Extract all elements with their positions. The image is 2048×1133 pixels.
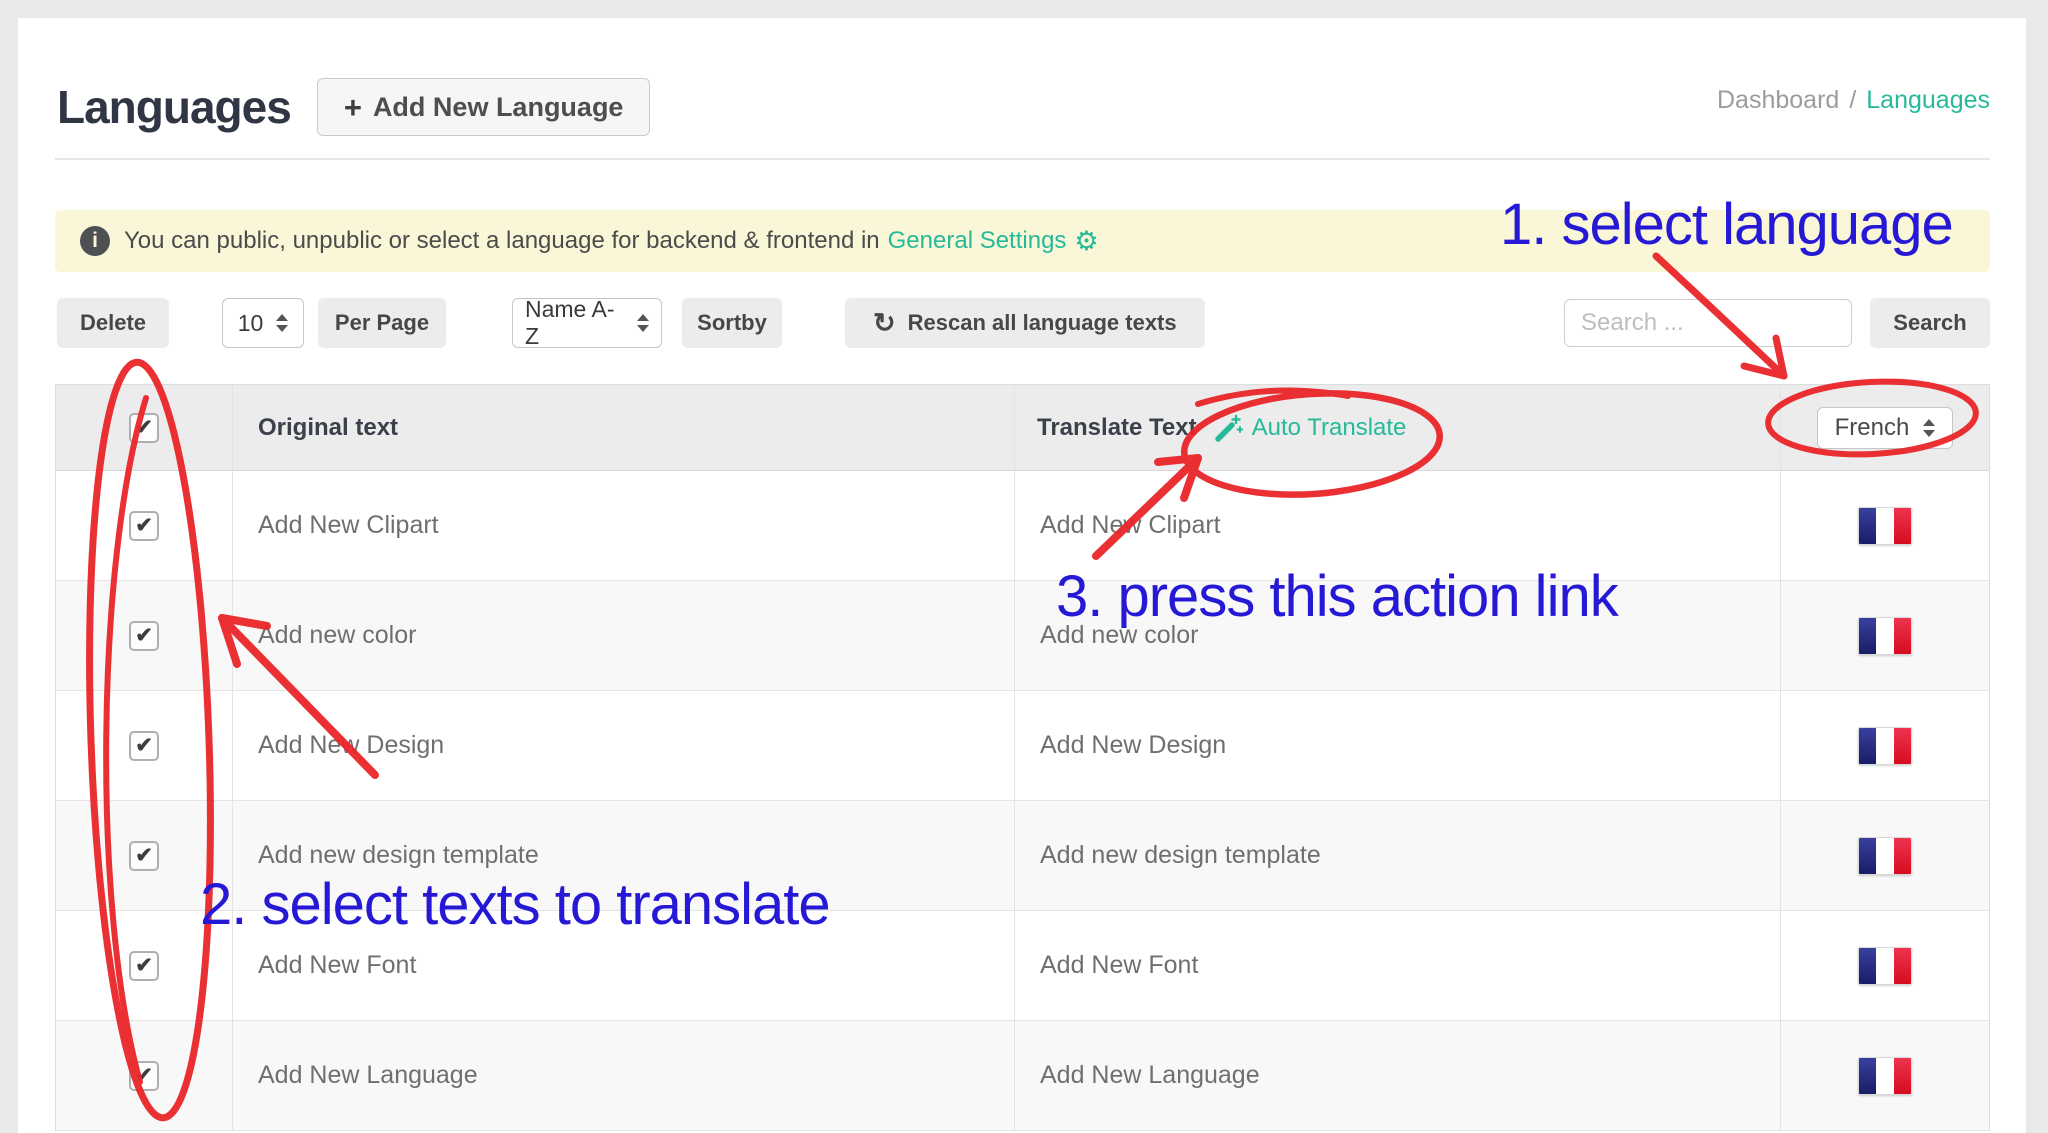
sortby-button[interactable]: Sortby xyxy=(682,298,782,348)
toolbar: Delete 10 Per Page Name A-Z Sortby ↻ Res… xyxy=(55,298,1990,348)
france-flag-icon xyxy=(1858,727,1912,765)
sort-select[interactable]: Name A-Z xyxy=(512,298,662,348)
france-flag-icon xyxy=(1858,507,1912,545)
language-select-cell: French xyxy=(1781,385,1989,470)
info-circle-icon: i xyxy=(80,226,110,256)
table-row: ✔ Add New Language Add New Language xyxy=(56,1021,1989,1131)
add-new-language-button[interactable]: + Add New Language xyxy=(317,78,651,136)
original-text-cell: Add New Font xyxy=(233,911,1015,1020)
table-row: ✔ Add new color Add new color xyxy=(56,581,1989,691)
select-all-checkbox[interactable]: ✔ xyxy=(129,413,159,443)
auto-translate-label: Auto Translate xyxy=(1252,414,1407,442)
general-settings-link[interactable]: General Settings xyxy=(888,227,1067,255)
translated-text-cell[interactable]: Add new design template xyxy=(1015,801,1781,910)
original-text-cell: Add new color xyxy=(233,581,1015,690)
select-caret-icon xyxy=(1923,419,1935,437)
language-select-value: French xyxy=(1835,414,1910,442)
plus-icon: + xyxy=(344,92,362,123)
france-flag-icon xyxy=(1858,947,1912,985)
row-checkbox[interactable]: ✔ xyxy=(129,621,159,651)
content-card: Languages + Add New Language Dashboard /… xyxy=(18,18,2026,1133)
table-row: ✔ Add New Clipart Add New Clipart xyxy=(56,471,1989,581)
translated-text-cell[interactable]: Add new color xyxy=(1015,581,1781,690)
breadcrumb-separator: / xyxy=(1849,86,1856,115)
france-flag-icon xyxy=(1858,1057,1912,1095)
row-checkbox[interactable]: ✔ xyxy=(129,731,159,761)
magic-wand-icon xyxy=(1213,413,1243,443)
row-checkbox[interactable]: ✔ xyxy=(129,511,159,541)
search-button[interactable]: Search xyxy=(1870,298,1990,348)
original-text-cell: Add New Design xyxy=(233,691,1015,800)
gear-icon[interactable]: ⚙ xyxy=(1074,228,1098,255)
page-header: Languages + Add New Language Dashboard /… xyxy=(55,78,1990,148)
breadcrumb-languages: Languages xyxy=(1866,86,1990,115)
rescan-label: Rescan all language texts xyxy=(908,310,1177,336)
languages-admin-page: Languages + Add New Language Dashboard /… xyxy=(0,0,2048,1133)
translate-text-header: Translate Text Auto Translate xyxy=(1015,385,1781,470)
select-caret-icon xyxy=(637,314,649,332)
original-text-header: Original text xyxy=(233,385,1015,470)
search-input[interactable] xyxy=(1564,299,1852,347)
languages-table: ✔ Original text Translate Text Auto Tran… xyxy=(55,384,1990,1131)
breadcrumb-dashboard[interactable]: Dashboard xyxy=(1717,86,1839,115)
language-select[interactable]: French xyxy=(1817,407,1953,449)
auto-translate-link[interactable]: Auto Translate xyxy=(1213,413,1407,443)
table-row: ✔ Add new design template Add new design… xyxy=(56,801,1989,911)
per-page-button[interactable]: Per Page xyxy=(318,298,446,348)
per-page-value: 10 xyxy=(238,310,264,337)
info-bar: i You can public, unpublic or select a l… xyxy=(55,210,1990,272)
sort-value: Name A-Z xyxy=(525,296,624,350)
page-title: Languages xyxy=(57,78,291,136)
select-all-cell: ✔ xyxy=(56,385,233,470)
translate-text-label: Translate Text xyxy=(1037,414,1197,442)
translated-text-cell[interactable]: Add New Design xyxy=(1015,691,1781,800)
france-flag-icon xyxy=(1858,837,1912,875)
rescan-button[interactable]: ↻ Rescan all language texts xyxy=(845,298,1205,348)
original-text-cell: Add new design template xyxy=(233,801,1015,910)
breadcrumb: Dashboard / Languages xyxy=(1717,86,1990,115)
original-text-cell: Add New Clipart xyxy=(233,471,1015,580)
translated-text-cell[interactable]: Add New Language xyxy=(1015,1021,1781,1130)
header-divider xyxy=(55,158,1990,160)
delete-button[interactable]: Delete xyxy=(57,298,169,348)
per-page-select[interactable]: 10 xyxy=(222,298,304,348)
row-checkbox[interactable]: ✔ xyxy=(129,841,159,871)
select-caret-icon xyxy=(276,314,288,332)
france-flag-icon xyxy=(1858,617,1912,655)
translated-text-cell[interactable]: Add New Clipart xyxy=(1015,471,1781,580)
table-row: ✔ Add New Design Add New Design xyxy=(56,691,1989,801)
original-text-cell: Add New Language xyxy=(233,1021,1015,1130)
add-new-language-label: Add New Language xyxy=(373,92,624,123)
table-row: ✔ Add New Font Add New Font xyxy=(56,911,1989,1021)
refresh-icon: ↻ xyxy=(873,310,896,337)
row-checkbox[interactable]: ✔ xyxy=(129,951,159,981)
translated-text-cell[interactable]: Add New Font xyxy=(1015,911,1781,1020)
table-header-row: ✔ Original text Translate Text Auto Tran… xyxy=(56,385,1989,471)
info-message: You can public, unpublic or select a lan… xyxy=(124,227,880,255)
row-checkbox[interactable]: ✔ xyxy=(129,1061,159,1091)
